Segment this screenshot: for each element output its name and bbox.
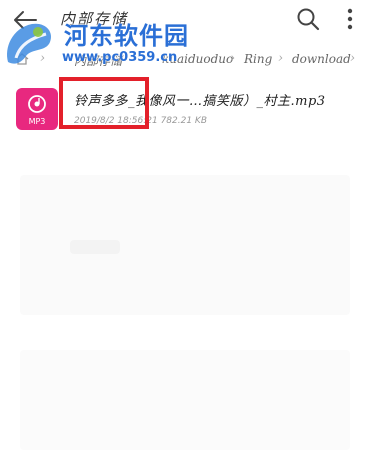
chevron-right-icon: › (350, 51, 356, 66)
more-options-button[interactable] (340, 6, 360, 32)
more-vertical-icon (347, 8, 353, 30)
search-button[interactable] (295, 6, 321, 32)
file-type-label: MP3 (28, 117, 46, 126)
placeholder-area (20, 350, 350, 450)
file-list-item[interactable]: MP3 铃声多多_我像风一…搞笑版）_村主.mp3 2019/8/2 18:56… (0, 82, 372, 138)
breadcrumb-item-current[interactable]: download (292, 52, 351, 66)
placeholder-block (70, 240, 120, 254)
watermark-title: 河东软件园 (64, 22, 189, 50)
watermark-logo-icon (7, 23, 52, 64)
mp3-file-icon: MP3 (16, 88, 58, 130)
chevron-right-icon: › (278, 51, 284, 66)
highlight-box (59, 77, 149, 129)
search-icon (297, 8, 320, 31)
watermark-url: www.pc0359.cn (62, 50, 178, 65)
music-disc-icon (28, 95, 46, 113)
watermark: 河东软件园 www.pc0359.cn (0, 10, 210, 72)
breadcrumb-item[interactable]: Ring (244, 52, 272, 66)
chevron-right-icon: › (230, 51, 236, 66)
